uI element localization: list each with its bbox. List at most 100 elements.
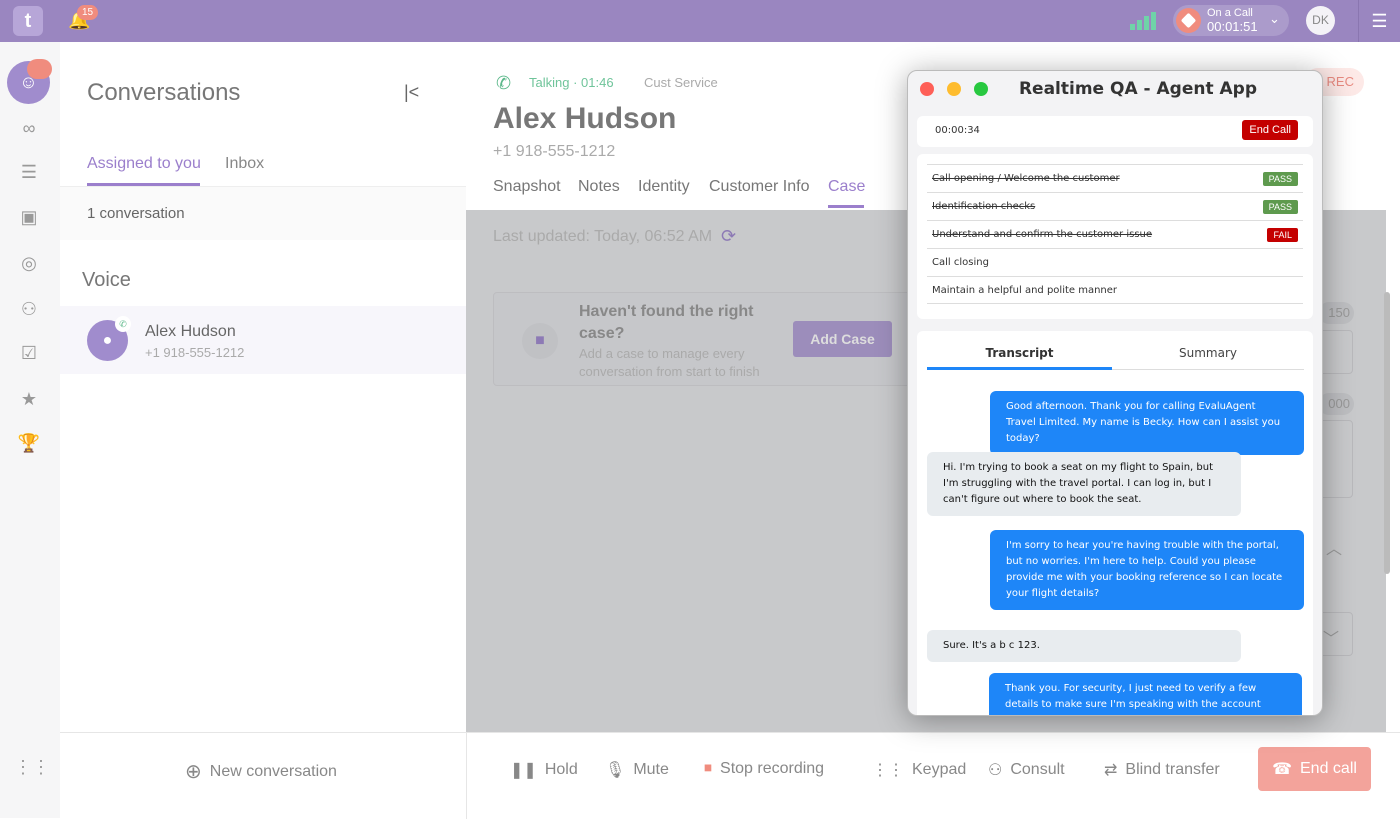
check-label: Identification checks — [932, 201, 1036, 212]
hangup-icon: ☎ — [1272, 761, 1292, 778]
mute-label: Mute — [633, 761, 669, 778]
tab-inbox[interactable]: Inbox — [225, 155, 264, 173]
side-panel-icon[interactable]: ☰ — [1358, 0, 1400, 42]
contacts-icon[interactable]: ▣ — [14, 202, 44, 232]
agent-message: Thank you. For security, I just need to … — [989, 673, 1302, 715]
new-conversation-button[interactable]: ⊕ New conversation — [185, 759, 337, 784]
qa-end-call-button[interactable]: End Call — [1242, 120, 1298, 140]
customer-message: Hi. I'm trying to book a seat on my flig… — [927, 452, 1241, 516]
active-tab-indicator — [828, 205, 864, 208]
apps-grid-icon[interactable]: ⋮⋮ — [14, 752, 50, 782]
add-case-button[interactable]: Add Case — [793, 321, 892, 357]
hold-label: Hold — [544, 761, 578, 778]
qa-timer: 00:00:34 — [935, 125, 980, 136]
list-item[interactable]: ● ✆ Alex Hudson +1 918-555-1212 — [60, 306, 466, 374]
hold-button[interactable]: ❚❚ Hold — [510, 760, 578, 780]
keypad-icon: ⋮⋮ — [872, 762, 904, 779]
top-bar: t 🔔 15 On a Call 00:01:51 ⌄ DK ☰ — [0, 0, 1400, 42]
section-voice: Voice — [82, 269, 131, 291]
agent-message: I'm sorry to hear you're having trouble … — [990, 530, 1304, 610]
pass-badge: PASS — [1262, 171, 1298, 186]
scrollbar[interactable] — [1384, 292, 1390, 574]
queue-name: Cust Service — [644, 75, 718, 90]
phone-icon: ✆ — [115, 316, 131, 332]
voicemail-icon[interactable]: ∞ — [14, 113, 44, 143]
active-tab-indicator — [927, 367, 1112, 370]
consult-icon: ⚇ — [988, 762, 1003, 779]
user-avatar[interactable]: DK — [1306, 6, 1335, 35]
last-updated: Last updated: Today, 06:52 AM — [493, 228, 713, 245]
case-title: Haven't found the right case? — [579, 303, 754, 342]
chevron-down-icon[interactable]: ﹀ — [1318, 612, 1353, 656]
check-label: Understand and confirm the customer issu… — [932, 229, 1153, 240]
trophy-icon[interactable]: 🏆 — [14, 428, 44, 458]
check-label: Call closing — [932, 257, 989, 268]
check-label: Maintain a helpful and polite manner — [932, 284, 1118, 296]
phone-call-icon: ✆ — [496, 73, 512, 93]
tasks-icon[interactable]: ☑ — [14, 338, 44, 368]
mic-off-icon: 🎙 — [605, 762, 626, 779]
qa-check-row: Identification checks PASS — [927, 192, 1303, 220]
qa-check-row: Understand and confirm the customer issu… — [927, 220, 1303, 248]
end-call-button[interactable]: ☎ End call — [1258, 747, 1371, 791]
plus-circle-icon: ⊕ — [185, 761, 202, 783]
pass-badge: PASS — [1262, 199, 1298, 214]
tab-assigned[interactable]: Assigned to you — [87, 155, 201, 173]
tab-notes[interactable]: Notes — [578, 178, 620, 196]
check-label: Call opening / Welcome the customer — [932, 173, 1120, 184]
contact-name: Alex Hudson — [145, 323, 236, 340]
tab-customer-info[interactable]: Customer Info — [709, 178, 809, 196]
keypad-button[interactable]: ⋮⋮ Keypad — [872, 760, 966, 780]
qa-agent-app-window: Realtime QA - Agent App 00:00:34 End Cal… — [907, 70, 1323, 716]
qa-check-row: Call opening / Welcome the customer PASS — [927, 164, 1303, 192]
call-controls-bar: ⊕ New conversation ❚❚ Hold 🎙 Mute ⏹ Stop rec… — [60, 732, 1400, 819]
notification-badge: 15 — [77, 5, 99, 20]
window-title: Realtime QA - Agent App — [1018, 79, 1258, 99]
conversation-count: 1 conversation — [87, 205, 185, 222]
pause-icon: ❚❚ — [510, 762, 537, 779]
contact-title: Alex Hudson — [493, 102, 677, 135]
blind-transfer-button[interactable]: ⇄ Blind transfer — [1104, 760, 1220, 780]
app-logo: t — [13, 6, 43, 36]
stop-recording-label: Stop recording — [720, 760, 825, 777]
field-textarea[interactable] — [1318, 420, 1353, 498]
transcript-panel: Transcript Summary Good afternoon. Thank… — [917, 331, 1313, 715]
contact-phone-header: +1 918-555-1212 — [493, 143, 616, 160]
field-value: 150 — [1318, 302, 1354, 324]
call-status-icon — [1176, 8, 1201, 33]
qa-check-row: Call closing — [927, 248, 1303, 276]
stop-icon: ⏹ — [704, 760, 713, 777]
stop-recording-button[interactable]: ⏹ Stop recording — [704, 760, 824, 778]
call-status-dropdown[interactable]: On a Call 00:01:51 ⌄ — [1173, 5, 1289, 36]
qa-check-row: Maintain a helpful and polite manner — [927, 276, 1303, 304]
tab-identity[interactable]: Identity — [638, 178, 690, 196]
rail-badge — [27, 59, 52, 79]
chevron-down-icon: ⌄ — [1269, 11, 1280, 26]
collapse-icon[interactable]: |< — [404, 82, 419, 103]
panel-title: Conversations — [87, 79, 241, 106]
call-status-label: On a Call — [1207, 7, 1253, 19]
queue-icon[interactable]: ☰ — [14, 157, 44, 187]
consult-label: Consult — [1010, 761, 1065, 778]
end-call-label: End call — [1300, 760, 1357, 777]
mute-button[interactable]: 🎙 Mute — [605, 760, 669, 780]
case-desc: Add a case to manage every conversation … — [579, 346, 760, 379]
field-input[interactable] — [1318, 330, 1353, 374]
field-value: 000 — [1318, 393, 1354, 415]
tab-snapshot[interactable]: Snapshot — [493, 178, 561, 196]
fail-badge: FAIL — [1267, 227, 1298, 242]
tab-case[interactable]: Case — [828, 178, 865, 196]
consult-button[interactable]: ⚇ Consult — [988, 760, 1065, 780]
agent-icon[interactable]: ◎ — [14, 248, 44, 278]
chevron-up-icon[interactable]: ︿ — [1326, 535, 1342, 559]
agent-message: Good afternoon. Thank you for calling Ev… — [990, 391, 1304, 455]
teams-icon[interactable]: ⚇ — [14, 294, 44, 324]
tab-transcript[interactable]: Transcript — [927, 346, 1112, 360]
briefcase-icon: ■ — [522, 323, 558, 359]
new-conversation-label: New conversation — [209, 762, 337, 780]
tab-summary[interactable]: Summary — [1112, 346, 1304, 360]
customer-message: Sure. It's a b c 123. — [927, 630, 1241, 662]
refresh-icon[interactable]: ⟳ — [721, 226, 736, 247]
skills-icon[interactable]: ★ — [14, 384, 44, 414]
call-timer: 00:01:51 — [1207, 19, 1258, 34]
